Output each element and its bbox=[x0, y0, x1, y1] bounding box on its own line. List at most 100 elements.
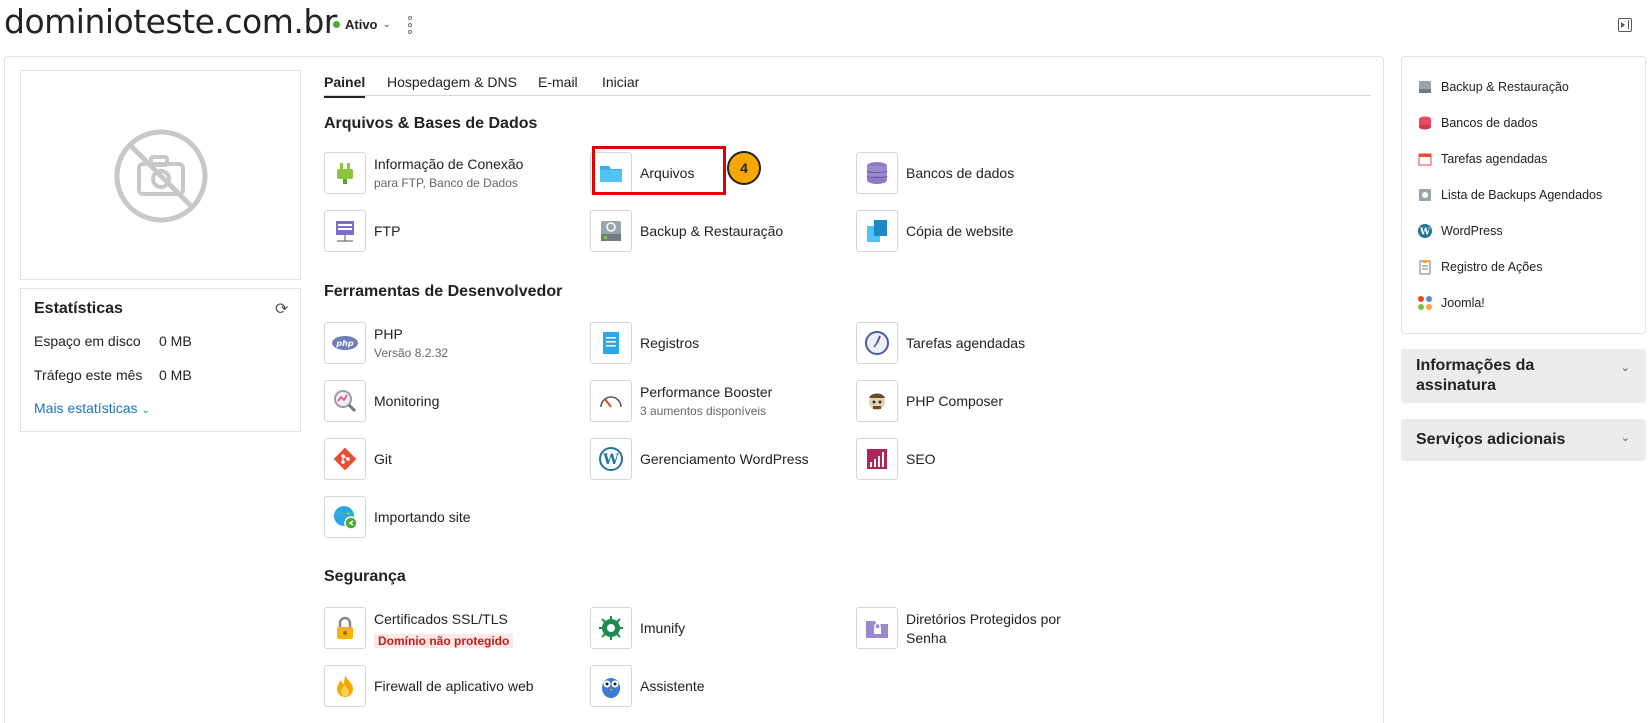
tab-painel[interactable]: Painel bbox=[324, 74, 366, 98]
collapsible-informacoes-assinatura[interactable]: Informações da assinatura ⌄ bbox=[1401, 349, 1646, 403]
page-header: dominioteste.com.br Ativo ⌄ bbox=[0, 0, 1650, 52]
tool-informacao-conexao[interactable]: Informação de Conexão para FTP, Banco de… bbox=[324, 152, 584, 196]
tool-imunify[interactable]: Imunify bbox=[590, 607, 850, 651]
joomla-icon bbox=[1417, 295, 1433, 311]
wordpress-icon: W bbox=[590, 438, 632, 480]
stats-title: Estatísticas bbox=[34, 300, 123, 317]
tool-bancos-de-dados[interactable]: Bancos de dados bbox=[856, 152, 1116, 196]
copy-website-icon bbox=[856, 210, 898, 252]
tool-gerenciamento-wordpress[interactable]: W Gerenciamento WordPress bbox=[590, 438, 850, 482]
quick-links-card: Backup & Restauração Bancos de dados Tar… bbox=[1401, 56, 1646, 334]
composer-icon bbox=[856, 380, 898, 422]
status-dropdown[interactable]: Ativo ⌄ bbox=[333, 17, 391, 32]
panel-toggle-icon[interactable] bbox=[1618, 18, 1632, 32]
tool-php-composer[interactable]: PHP Composer bbox=[856, 380, 1116, 424]
site-preview bbox=[20, 70, 301, 280]
sidebar-item-joomla[interactable]: Joomla! bbox=[1417, 295, 1485, 311]
tool-certificados-ssl[interactable]: Certificados SSL/TLS Domínio não protegi… bbox=[324, 607, 584, 651]
more-options-icon[interactable] bbox=[405, 16, 415, 34]
plug-icon bbox=[324, 152, 366, 194]
flame-icon bbox=[324, 665, 366, 707]
ssl-warning-badge: Domínio não protegido bbox=[374, 634, 514, 648]
tool-label: Backup & Restauração bbox=[640, 223, 784, 239]
imunify-icon bbox=[590, 607, 632, 649]
scheduled-backup-icon bbox=[1417, 187, 1433, 203]
tool-monitoring[interactable]: Monitoring bbox=[324, 380, 584, 424]
tool-registros[interactable]: Registros bbox=[590, 322, 850, 366]
stats-value: 0 MB bbox=[159, 333, 192, 349]
stats-row-disk: Espaço em disco 0 MB bbox=[34, 333, 192, 349]
sidebar-item-label: Joomla! bbox=[1441, 296, 1485, 310]
tool-label: Firewall de aplicativo web bbox=[374, 678, 534, 694]
sidebar-item-label: WordPress bbox=[1441, 224, 1503, 238]
clipboard-icon bbox=[1417, 259, 1433, 275]
sidebar-item-registro-acoes[interactable]: Registro de Ações bbox=[1417, 259, 1542, 275]
database-icon bbox=[1417, 115, 1433, 131]
svg-text:php: php bbox=[335, 339, 353, 348]
tool-label: Performance Booster bbox=[640, 384, 773, 400]
protected-folder-icon bbox=[856, 607, 898, 649]
seo-chart-icon bbox=[856, 438, 898, 480]
clock-icon bbox=[856, 322, 898, 364]
tool-label: SEO bbox=[906, 451, 936, 467]
log-document-icon bbox=[590, 322, 632, 364]
step-badge: 4 bbox=[727, 151, 761, 185]
git-icon bbox=[324, 438, 366, 480]
more-stats-link[interactable]: Mais estatísticas ⌄ bbox=[34, 400, 150, 416]
tool-ftp[interactable]: FTP bbox=[324, 210, 584, 254]
calendar-icon bbox=[1417, 151, 1433, 167]
tool-copia-website[interactable]: Cópia de website bbox=[856, 210, 1116, 254]
section-title-security: Segurança bbox=[324, 568, 406, 585]
tool-label: Importando site bbox=[374, 509, 471, 525]
sidebar-item-lista-backups[interactable]: Lista de Backups Agendados bbox=[1417, 187, 1602, 203]
tool-assistente[interactable]: Assistente bbox=[590, 665, 850, 709]
tool-label: Gerenciamento WordPress bbox=[640, 451, 809, 467]
sidebar-item-label: Lista de Backups Agendados bbox=[1441, 188, 1603, 202]
tab-email[interactable]: E-mail bbox=[538, 74, 578, 96]
tool-seo[interactable]: SEO bbox=[856, 438, 1116, 482]
sidebar-item-wordpress[interactable]: W WordPress bbox=[1417, 223, 1503, 239]
arquivos-highlight-box bbox=[592, 146, 726, 195]
tool-label: PHP bbox=[374, 326, 403, 342]
tool-php[interactable]: php PHP Versão 8.2.32 bbox=[324, 322, 584, 366]
tool-importando-site[interactable]: Importando site bbox=[324, 496, 584, 540]
tool-sublabel: Versão 8.2.32 bbox=[374, 346, 449, 360]
stats-label: Espaço em disco bbox=[34, 333, 141, 349]
sidebar-item-backup[interactable]: Backup & Restauração bbox=[1417, 79, 1569, 95]
tool-tarefas-agendadas[interactable]: Tarefas agendadas bbox=[856, 322, 1116, 366]
tool-firewall[interactable]: Firewall de aplicativo web bbox=[324, 665, 584, 709]
tool-backup-restauracao[interactable]: Backup & Restauração bbox=[590, 210, 850, 254]
stats-card: Estatísticas ⟳ Espaço em disco 0 MB Tráf… bbox=[20, 288, 301, 432]
tool-sublabel: para FTP, Banco de Dados bbox=[374, 176, 518, 190]
section-title-dev: Ferramentas de Desenvolvedor bbox=[324, 283, 563, 300]
tool-diretorios-protegidos[interactable]: Diretórios Protegidos por Senha bbox=[856, 607, 1116, 651]
tool-label: Imunify bbox=[640, 620, 686, 636]
section-title-files: Arquivos & Bases de Dados bbox=[324, 115, 538, 132]
monitoring-icon bbox=[324, 380, 366, 422]
refresh-icon[interactable]: ⟳ bbox=[275, 299, 288, 319]
stats-value: 0 MB bbox=[159, 367, 192, 383]
ftp-server-icon bbox=[324, 210, 366, 252]
svg-text:W: W bbox=[1419, 228, 1431, 238]
tool-label: FTP bbox=[374, 223, 401, 239]
tool-performance-booster[interactable]: Performance Booster 3 aumentos disponíve… bbox=[590, 380, 850, 424]
tool-label: Cópia de website bbox=[906, 223, 1014, 239]
tool-label: Git bbox=[374, 451, 392, 467]
tab-hospedagem-dns[interactable]: Hospedagem & DNS bbox=[387, 74, 517, 96]
lock-icon bbox=[324, 607, 366, 649]
chevron-down-icon: ⌄ bbox=[1620, 362, 1630, 374]
status-dot-icon bbox=[333, 21, 340, 28]
chevron-down-icon: ⌄ bbox=[382, 19, 391, 30]
tool-label: Registros bbox=[640, 335, 700, 351]
tool-git[interactable]: Git bbox=[324, 438, 584, 482]
sidebar-item-label: Backup & Restauração bbox=[1441, 80, 1569, 94]
sidebar-item-bancos[interactable]: Bancos de dados bbox=[1417, 115, 1538, 131]
tab-iniciar[interactable]: Iniciar bbox=[602, 74, 639, 96]
sidebar-item-tarefas[interactable]: Tarefas agendadas bbox=[1417, 151, 1547, 167]
sidebar-item-label: Bancos de dados bbox=[1441, 116, 1538, 130]
collapsible-servicos-adicionais[interactable]: Serviços adicionais ⌄ bbox=[1401, 419, 1646, 461]
status-label: Ativo bbox=[345, 17, 378, 32]
collapsible-title: Serviços adicionais bbox=[1416, 431, 1566, 448]
chevron-down-icon: ⌄ bbox=[141, 405, 150, 416]
wordpress-icon: W bbox=[1417, 223, 1433, 239]
